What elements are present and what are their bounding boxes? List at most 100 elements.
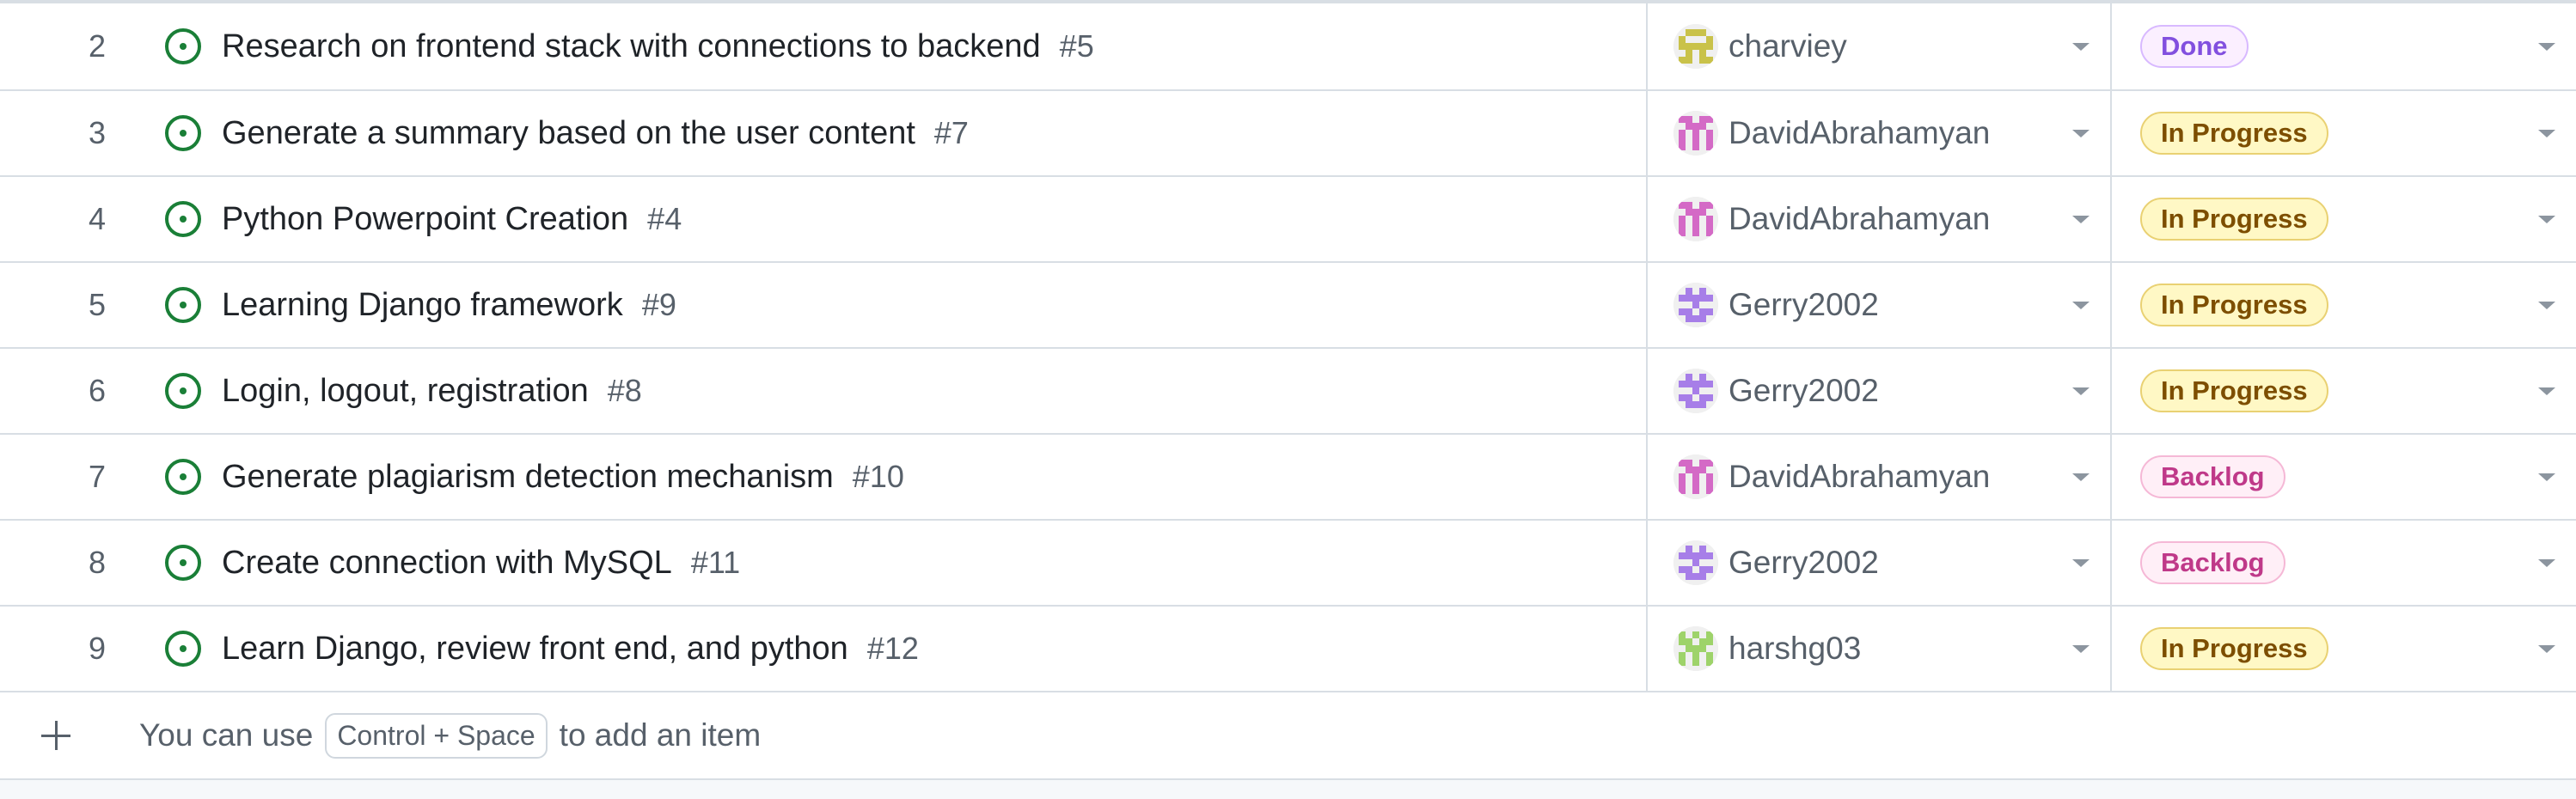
issue-opened-icon bbox=[165, 545, 201, 581]
table-row[interactable]: 2 Research on frontend stack with connect… bbox=[0, 0, 2576, 91]
triangle-down-icon[interactable] bbox=[2538, 559, 2555, 567]
table-row[interactable]: 3 Generate a summary based on the user co… bbox=[0, 91, 2576, 177]
title-cell[interactable]: Create connection with MySQL #11 bbox=[163, 521, 1648, 605]
issue-number: #11 bbox=[690, 545, 741, 580]
issue-title[interactable]: Learning Django framework bbox=[222, 287, 623, 324]
assignee-name: DavidAbrahamyan bbox=[1729, 459, 1991, 494]
assignee-name: DavidAbrahamyan bbox=[1729, 201, 1991, 236]
avatar bbox=[1673, 197, 1718, 241]
triangle-down-icon[interactable] bbox=[2072, 216, 2090, 223]
status-badge: Backlog bbox=[2140, 455, 2285, 498]
title-cell[interactable]: Generate plagiarism detection mechanism #… bbox=[163, 435, 1648, 519]
avatar bbox=[1673, 540, 1718, 585]
status-cell[interactable]: In Progress bbox=[2112, 177, 2576, 261]
status-badge: In Progress bbox=[2140, 369, 2328, 412]
status-cell[interactable]: Backlog bbox=[2112, 521, 2576, 605]
add-item-prefix: You can use bbox=[139, 717, 314, 753]
title-cell[interactable]: Learning Django framework #9 bbox=[163, 263, 1648, 347]
plus-icon[interactable] bbox=[41, 721, 70, 750]
triangle-down-icon[interactable] bbox=[2538, 130, 2555, 137]
status-cell[interactable]: In Progress bbox=[2112, 607, 2576, 691]
issue-number: #9 bbox=[641, 287, 676, 322]
issue-number: #10 bbox=[852, 459, 904, 494]
assignee-name: Gerry2002 bbox=[1729, 373, 1879, 408]
triangle-down-icon[interactable] bbox=[2072, 130, 2090, 137]
assignee-name: harshg03 bbox=[1729, 631, 1862, 666]
issue-number: #7 bbox=[933, 115, 969, 150]
add-item-suffix: to add an item bbox=[559, 717, 762, 753]
triangle-down-icon[interactable] bbox=[2538, 473, 2555, 481]
status-badge: Backlog bbox=[2140, 541, 2285, 584]
status-badge: In Progress bbox=[2140, 627, 2328, 670]
assignee-cell[interactable]: DavidAbrahamyan bbox=[1648, 435, 2112, 519]
table-row[interactable]: 6 Login, logout, registration #8 Gerry2002 I… bbox=[0, 349, 2576, 435]
avatar bbox=[1673, 626, 1718, 671]
assignee-cell[interactable]: charviey bbox=[1648, 3, 2112, 89]
avatar bbox=[1673, 24, 1718, 69]
issue-title[interactable]: Research on frontend stack with connecti… bbox=[222, 28, 1041, 65]
assignee-name: charviey bbox=[1729, 28, 1847, 64]
issue-title[interactable]: Create connection with MySQL bbox=[222, 545, 672, 582]
assignee-cell[interactable]: DavidAbrahamyan bbox=[1648, 177, 2112, 261]
assignee-cell[interactable]: Gerry2002 bbox=[1648, 521, 2112, 605]
status-badge: Done bbox=[2140, 25, 2249, 68]
status-cell[interactable]: Backlog bbox=[2112, 435, 2576, 519]
title-cell[interactable]: Research on frontend stack with connecti… bbox=[163, 3, 1648, 89]
issue-title[interactable]: Generate a summary based on the user con… bbox=[222, 115, 915, 152]
title-cell[interactable]: Python Powerpoint Creation #4 bbox=[163, 177, 1648, 261]
issue-title[interactable]: Generate plagiarism detection mechanism bbox=[222, 459, 834, 496]
issue-opened-icon bbox=[165, 373, 201, 409]
status-badge: In Progress bbox=[2140, 284, 2328, 326]
avatar bbox=[1673, 454, 1718, 499]
title-cell[interactable]: Learn Django, review front end, and pyth… bbox=[163, 607, 1648, 691]
triangle-down-icon[interactable] bbox=[2072, 302, 2090, 309]
triangle-down-icon[interactable] bbox=[2538, 645, 2555, 653]
title-cell[interactable]: Login, logout, registration #8 bbox=[163, 349, 1648, 433]
issue-title[interactable]: Learn Django, review front end, and pyth… bbox=[222, 631, 848, 668]
triangle-down-icon[interactable] bbox=[2538, 43, 2555, 51]
table-row[interactable]: 7 Generate plagiarism detection mechanism… bbox=[0, 435, 2576, 521]
issue-opened-icon bbox=[165, 201, 201, 237]
issue-opened-icon bbox=[165, 287, 201, 323]
title-cell[interactable]: Generate a summary based on the user con… bbox=[163, 91, 1648, 175]
avatar bbox=[1673, 283, 1718, 327]
issue-number: #5 bbox=[1059, 28, 1094, 64]
triangle-down-icon[interactable] bbox=[2072, 645, 2090, 653]
avatar bbox=[1673, 111, 1718, 156]
issue-number: #12 bbox=[866, 631, 919, 666]
triangle-down-icon[interactable] bbox=[2072, 559, 2090, 567]
status-cell[interactable]: In Progress bbox=[2112, 263, 2576, 347]
status-cell[interactable]: In Progress bbox=[2112, 91, 2576, 175]
status-cell[interactable]: Done bbox=[2112, 3, 2576, 89]
triangle-down-icon[interactable] bbox=[2538, 216, 2555, 223]
issue-title[interactable]: Python Powerpoint Creation bbox=[222, 201, 628, 238]
avatar bbox=[1673, 369, 1718, 413]
assignee-cell[interactable]: harshg03 bbox=[1648, 607, 2112, 691]
triangle-down-icon[interactable] bbox=[2538, 302, 2555, 309]
table-row[interactable]: 8 Create connection with MySQL #11 Gerry200… bbox=[0, 521, 2576, 607]
add-item-row[interactable]: You can use Control + Space to add an it… bbox=[0, 692, 2576, 778]
project-table: 2 Research on frontend stack with connect… bbox=[0, 0, 2576, 780]
table-row[interactable]: 9 Learn Django, review front end, and pyt… bbox=[0, 607, 2576, 692]
issue-opened-icon bbox=[165, 115, 201, 151]
issue-number: #4 bbox=[647, 201, 682, 236]
assignee-cell[interactable]: DavidAbrahamyan bbox=[1648, 91, 2112, 175]
status-cell[interactable]: In Progress bbox=[2112, 349, 2576, 433]
table-row[interactable]: 5 Learning Django framework #9 Gerry2002 In … bbox=[0, 263, 2576, 349]
table-row[interactable]: 4 Python Powerpoint Creation #4 DavidAbraha… bbox=[0, 177, 2576, 263]
triangle-down-icon[interactable] bbox=[2538, 387, 2555, 395]
assignee-cell[interactable]: Gerry2002 bbox=[1648, 263, 2112, 347]
issue-opened-icon bbox=[165, 459, 201, 495]
triangle-down-icon[interactable] bbox=[2072, 43, 2090, 51]
issue-number: #8 bbox=[607, 373, 642, 408]
assignee-name: Gerry2002 bbox=[1729, 545, 1879, 580]
assignee-name: Gerry2002 bbox=[1729, 287, 1879, 322]
assignee-cell[interactable]: Gerry2002 bbox=[1648, 349, 2112, 433]
add-item-hint: You can use Control + Space to add an it… bbox=[139, 692, 761, 778]
triangle-down-icon[interactable] bbox=[2072, 387, 2090, 395]
issue-title[interactable]: Login, logout, registration bbox=[222, 373, 589, 410]
keyboard-shortcut: Control + Space bbox=[325, 712, 548, 759]
assignee-name: DavidAbrahamyan bbox=[1729, 115, 1991, 150]
issue-opened-icon bbox=[165, 631, 201, 667]
triangle-down-icon[interactable] bbox=[2072, 473, 2090, 481]
